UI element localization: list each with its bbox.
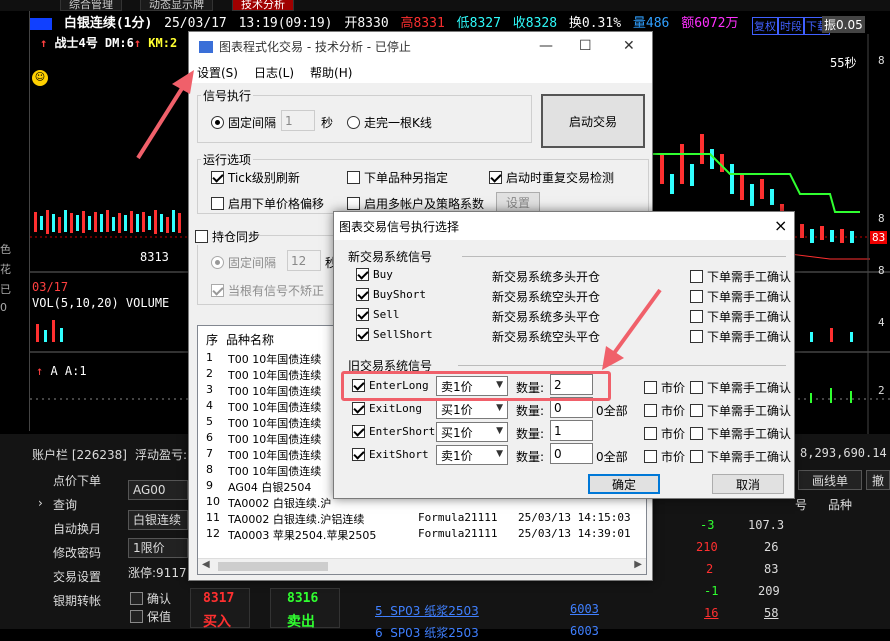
arrow-head-icon — [602, 346, 624, 370]
annotation-arrows — [136, 70, 662, 370]
arrow-to-enterlong — [610, 288, 662, 358]
arrow-to-settings-menu — [136, 80, 188, 160]
